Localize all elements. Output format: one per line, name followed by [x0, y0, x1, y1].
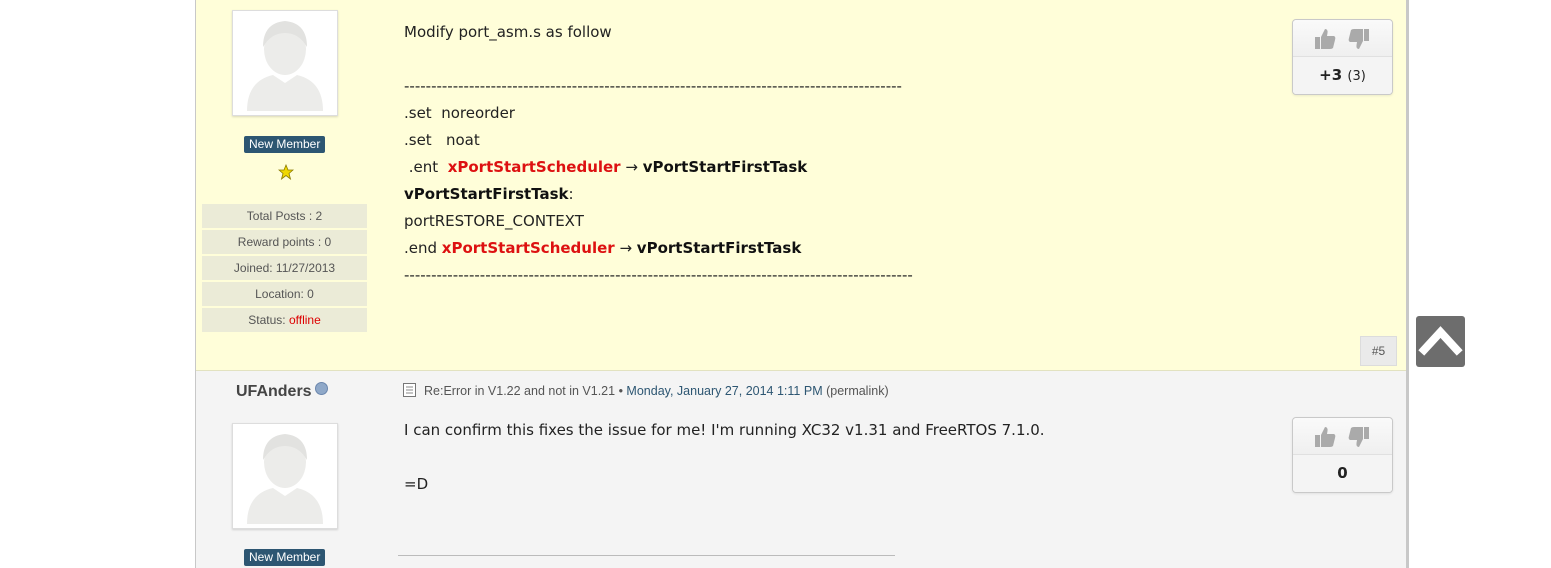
vote-widget: +3 (3): [1292, 19, 1393, 95]
post-header: Re:Error in V1.22 and not in V1.21 • Mon…: [403, 383, 889, 398]
body-line: .set noat: [404, 131, 480, 149]
vote-score: 0: [1293, 455, 1392, 492]
post-number-link[interactable]: #5: [1360, 336, 1397, 366]
body-line: I can confirm this fixes the issue for m…: [404, 421, 1045, 439]
body-line: Modify port_asm.s as follow: [404, 23, 612, 41]
body-line: =D: [404, 475, 429, 493]
avatar-placeholder-icon: [247, 21, 323, 111]
stat-joined: Joined: 11/27/2013: [202, 256, 367, 280]
body-line: .end xPortStartScheduler → vPortStartFir…: [404, 239, 802, 257]
username[interactable]: UFAnders: [236, 382, 328, 401]
online-status-icon: [314, 382, 328, 395]
vote-score: +3 (3): [1293, 57, 1392, 94]
post-body: I can confirm this fixes the issue for m…: [404, 417, 1045, 498]
forum-post: UFAnders New Member Re:Error in V1.22 an…: [196, 371, 1406, 568]
vote-count: (3): [1347, 69, 1366, 84]
avatar-placeholder-icon: [247, 434, 323, 524]
stat-location: Location: 0: [202, 282, 367, 306]
body-blank-line: [404, 444, 1045, 471]
body-blank-line: [404, 46, 913, 73]
permalink[interactable]: (permalink): [826, 384, 889, 398]
post-body: Modify port_asm.s as follow ------------…: [404, 19, 913, 289]
function-name: xPortStartScheduler: [447, 158, 621, 176]
body-line: portRESTORE_CONTEXT: [404, 212, 584, 230]
function-name: xPortStartScheduler: [441, 239, 615, 257]
thumbs-up-icon[interactable]: [1313, 425, 1337, 449]
signature-divider: [398, 555, 895, 556]
vote-widget: 0: [1292, 417, 1393, 493]
rank-badge: New Member: [244, 549, 326, 566]
chevron-up-icon: [1418, 326, 1463, 356]
stat-status: Status: offline: [202, 308, 367, 332]
back-to-top-button[interactable]: [1416, 316, 1465, 367]
thumbs-down-icon[interactable]: [1347, 425, 1371, 449]
document-icon: [403, 383, 416, 397]
avatar[interactable]: [232, 423, 338, 529]
forum-thread: New Member Total Posts : 2 Reward points…: [195, 0, 1409, 568]
body-line: vPortStartFirstTask:: [404, 185, 574, 203]
thumbs-up-icon[interactable]: [1313, 27, 1337, 51]
stat-reward-points: Reward points : 0: [202, 230, 367, 254]
rank-badge: New Member: [244, 136, 326, 153]
body-divider-line: ----------------------------------------…: [404, 266, 913, 284]
function-name: vPortStartFirstTask: [636, 239, 802, 257]
body-divider-line: ----------------------------------------…: [404, 77, 902, 95]
function-name: vPortStartFirstTask: [642, 158, 808, 176]
user-stats: Total Posts : 2 Reward points : 0 Joined…: [202, 204, 367, 334]
avatar[interactable]: [232, 10, 338, 116]
stat-total-posts: Total Posts : 2: [202, 204, 367, 228]
function-name: vPortStartFirstTask: [404, 185, 569, 203]
body-line: .ent xPortStartScheduler → vPortStartFir…: [404, 158, 808, 176]
thumbs-down-icon[interactable]: [1347, 27, 1371, 51]
forum-post-highlighted: New Member Total Posts : 2 Reward points…: [196, 0, 1406, 371]
post-subject: Re:Error in V1.22 and not in V1.21: [424, 384, 616, 398]
body-line: .set noreorder: [404, 104, 515, 122]
post-date: Monday, January 27, 2014 1:11 PM: [626, 384, 823, 398]
status-offline: offline: [288, 313, 321, 327]
star-icon: [278, 164, 294, 180]
